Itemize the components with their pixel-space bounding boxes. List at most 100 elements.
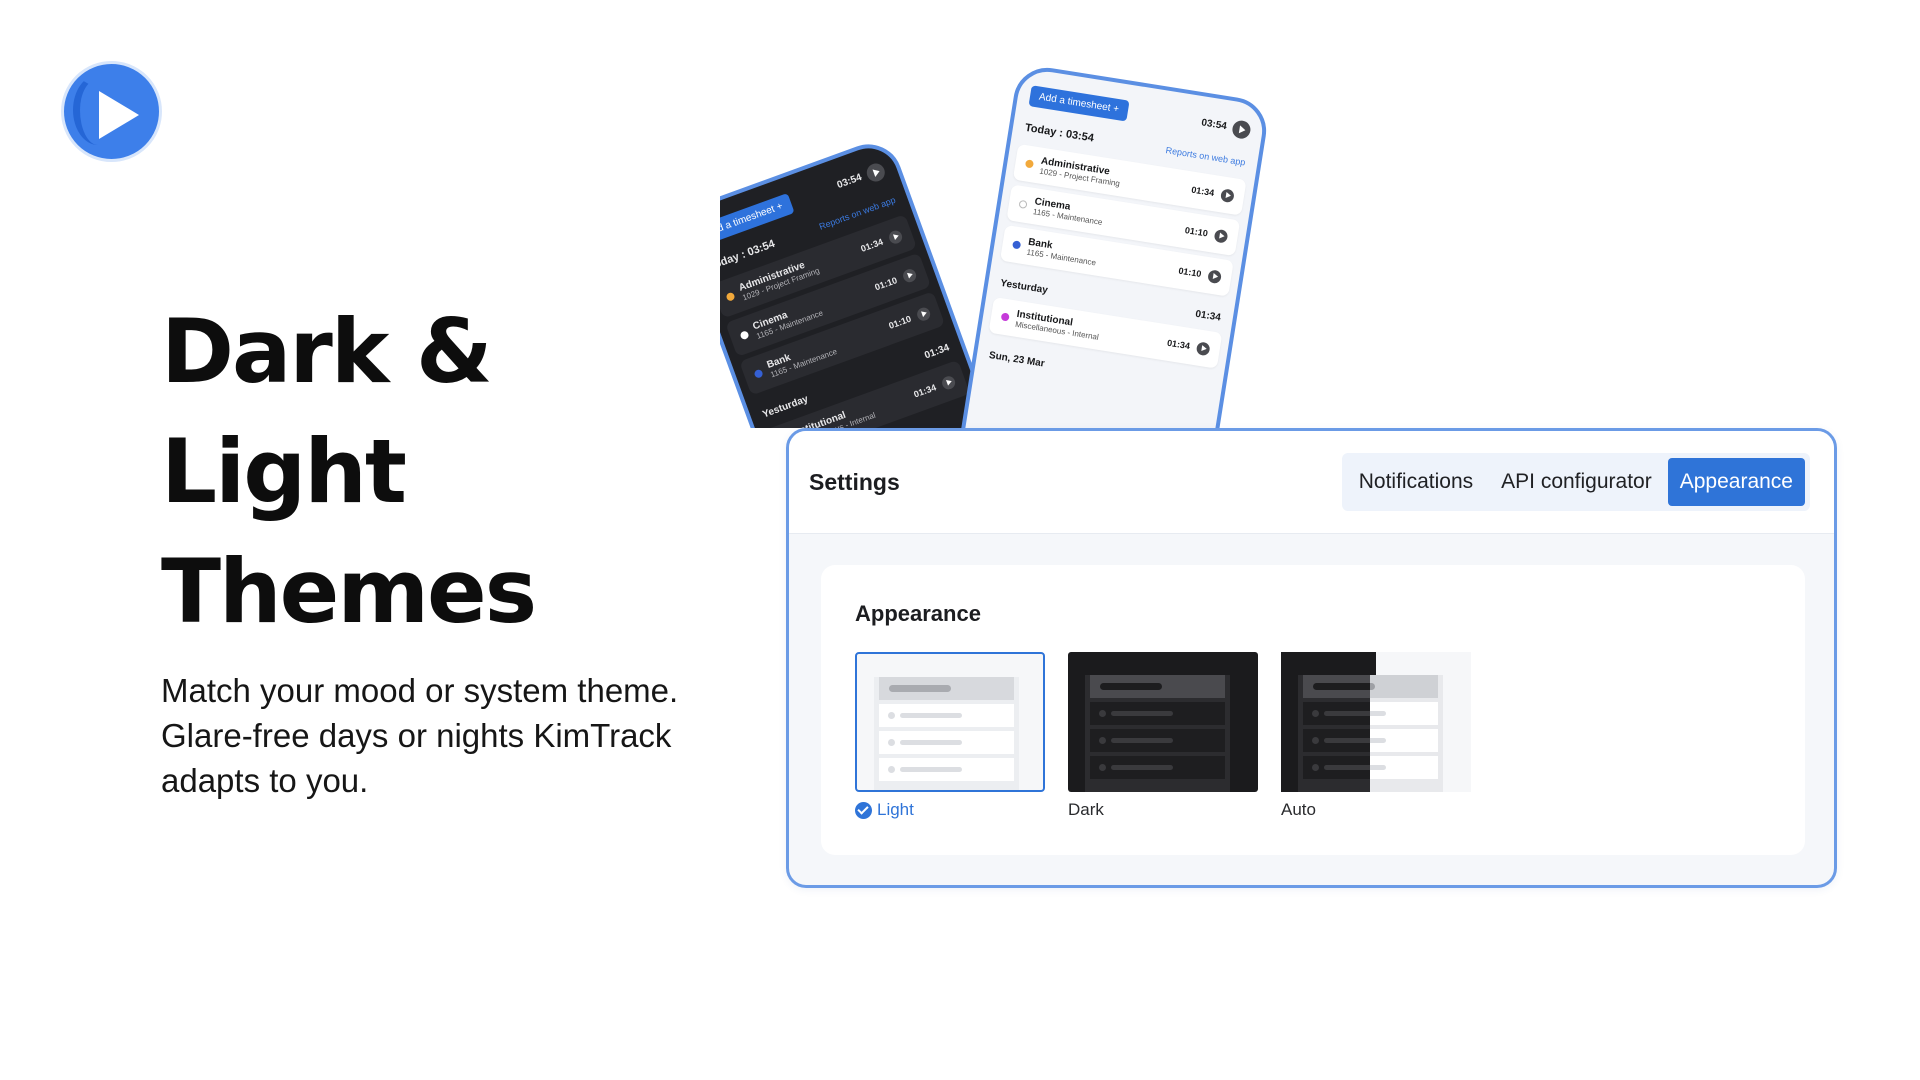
project-color-dot (1000, 312, 1010, 322)
preview-line (1324, 765, 1386, 770)
preview-dot (1312, 764, 1319, 771)
preview-line (1324, 738, 1386, 743)
app-logo (61, 61, 162, 162)
today-label: Today : (720, 248, 748, 273)
today-label-group: Today : 03:54 (1024, 122, 1095, 145)
hero-subtitle: Match your mood or system theme. Glare-f… (161, 672, 679, 799)
entry-time: 01:34 (1190, 184, 1215, 199)
preview-line (1111, 765, 1173, 770)
play-icon[interactable] (864, 160, 888, 184)
project-color-dot (1012, 240, 1022, 250)
preview-line (900, 767, 962, 772)
entry-time: 01:10 (1184, 225, 1209, 239)
preview-header (1090, 675, 1225, 698)
play-icon[interactable] (901, 266, 918, 284)
theme-option-auto[interactable]: Auto (1281, 652, 1471, 820)
project-color-dot (1018, 199, 1028, 209)
preview-line (1324, 711, 1386, 716)
entry-time: 01:34 (1166, 337, 1191, 352)
preview-dot (1099, 737, 1106, 744)
settings-window: Settings Notifications API configurator … (786, 428, 1837, 888)
theme-label-text: Light (877, 800, 914, 819)
entry-time: 01:34 (859, 236, 885, 254)
play-icon (99, 91, 139, 139)
project-color-dot (725, 291, 736, 302)
preview-dot (1099, 764, 1106, 771)
entry-time: 01:10 (1177, 265, 1203, 280)
total-time: 03:54 (1200, 117, 1228, 133)
entry-time: 01:34 (912, 382, 938, 400)
preview-row (1090, 756, 1225, 779)
theme-preview-auto[interactable] (1281, 652, 1471, 792)
preview-bar (889, 685, 951, 692)
preview-row (1303, 756, 1438, 779)
phone-light-mockup: Add a timesheet + 03:54 Today : 03:54 Re… (944, 63, 1271, 428)
settings-tabs: Notifications API configurator Appearanc… (1341, 453, 1810, 511)
settings-title: Settings (809, 468, 900, 495)
preview-row (1090, 702, 1225, 725)
appearance-title: Appearance (855, 601, 981, 626)
theme-label-text: Auto (1281, 800, 1316, 819)
theme-label-dark[interactable]: Dark (1068, 800, 1258, 820)
preview-line (1111, 711, 1173, 716)
theme-preview-dark[interactable] (1068, 652, 1258, 792)
preview-dot (1099, 710, 1106, 717)
play-icon[interactable] (1231, 118, 1252, 140)
theme-label-auto[interactable]: Auto (1281, 800, 1471, 820)
preview-mock (1298, 675, 1443, 792)
yesterday-total: 01:34 (1194, 308, 1222, 324)
entry-time: 01:10 (873, 275, 899, 293)
preview-row (879, 758, 1014, 781)
play-icon[interactable] (915, 305, 932, 323)
hero-title-line: Themes (161, 540, 537, 643)
preview-bar (1313, 683, 1375, 690)
hero-title: Dark & Light Themes (161, 292, 681, 652)
hero-title-line: Light (161, 420, 407, 523)
tab-notifications[interactable]: Notifications (1347, 458, 1485, 506)
preview-bar (1100, 683, 1162, 690)
theme-label-light[interactable]: Light (855, 800, 1045, 820)
project-color-dot (753, 368, 764, 379)
project-color-dot (1024, 159, 1035, 169)
tab-api-configurator[interactable]: API configurator (1489, 458, 1664, 506)
phone-total: 03:54 (1200, 114, 1252, 140)
today-total: 03:54 (745, 237, 777, 259)
theme-label-text: Dark (1068, 800, 1104, 819)
preview-line (900, 713, 962, 718)
appearance-panel: Appearance Light Dark Auto (821, 565, 1805, 855)
preview-dot (888, 739, 895, 746)
preview-line (1111, 738, 1173, 743)
play-icon[interactable] (1207, 268, 1223, 284)
tab-appearance[interactable]: Appearance (1667, 458, 1805, 506)
yesterday-total: 01:34 (923, 342, 951, 362)
play-icon[interactable] (1195, 340, 1211, 356)
preview-dot (888, 766, 895, 773)
preview-mock (1085, 675, 1230, 792)
preview-line (900, 740, 962, 745)
play-icon[interactable] (887, 228, 904, 246)
theme-option-light[interactable]: Light (855, 652, 1045, 820)
preview-row (1303, 702, 1438, 725)
play-icon[interactable] (940, 373, 957, 391)
preview-header (1303, 675, 1438, 698)
today-label: Today : (1024, 121, 1064, 140)
preview-row (1303, 729, 1438, 752)
preview-dot (1312, 737, 1319, 744)
hero-title-line: Dark & (161, 300, 493, 403)
preview-mock (874, 677, 1019, 790)
preview-dot (1312, 710, 1319, 717)
preview-header (879, 677, 1014, 700)
play-icon[interactable] (1213, 228, 1229, 244)
play-icon[interactable] (1220, 187, 1235, 203)
check-circle-icon (855, 801, 872, 819)
preview-dot (888, 712, 895, 719)
project-color-dot (739, 330, 750, 341)
today-total: 03:54 (1064, 128, 1095, 145)
theme-option-dark[interactable]: Dark (1068, 652, 1258, 820)
theme-preview-light[interactable] (855, 652, 1045, 792)
preview-row (1090, 729, 1225, 752)
reports-link[interactable]: Reports on web app (1165, 145, 1246, 167)
phone-mockups: Add a timesheet + 03:54 Today : 03:54 Re… (720, 40, 1320, 428)
entry-time: 01:10 (887, 313, 913, 331)
yesterday-label: Yesturday (999, 277, 1049, 297)
